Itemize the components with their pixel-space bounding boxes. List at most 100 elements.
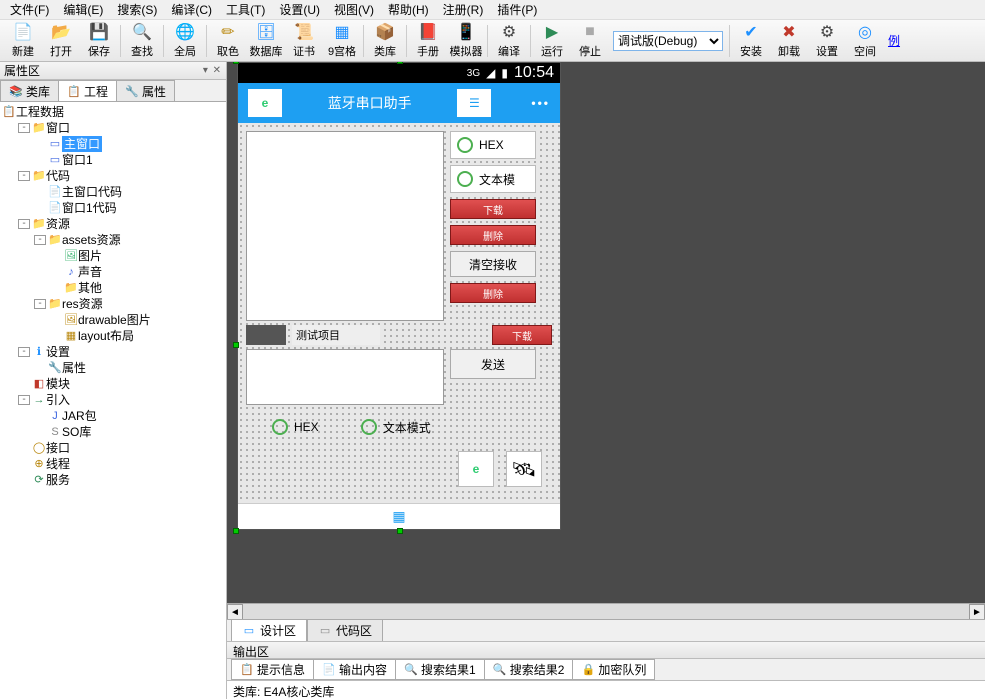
header-more-icon[interactable]: ••• [531,96,550,110]
toolbar-卸载-button[interactable]: ✖卸载 [770,21,808,61]
toolbar-数据库-button[interactable]: 🗄数据库 [247,21,285,61]
design-area[interactable]: 3G ◢ ▮ 10:54 e 蓝牙串口助手 ☰ ••• [227,62,985,603]
toolbar-类库-button[interactable]: 📦类库 [366,21,404,61]
tree-node[interactable]: 📄主窗口代码 [2,184,224,200]
menu-item[interactable]: 编辑(E) [57,0,109,20]
receive-textbox[interactable] [246,131,444,321]
send-textbox[interactable] [246,349,444,405]
output-tab[interactable]: 🔍搜索结果2 [484,659,574,680]
output-tab[interactable]: 🔍搜索结果1 [395,659,485,680]
tree-node[interactable]: ⊕线程 [2,456,224,472]
toolbar-打开-button[interactable]: 📂打开 [42,21,80,61]
toolbar-证书-button[interactable]: 📜证书 [285,21,323,61]
toolbar-模拟器-button[interactable]: 📱模拟器 [447,21,485,61]
phone-navbar[interactable]: ▦ [238,503,560,529]
selection-handle[interactable] [397,62,403,64]
menu-item[interactable]: 设置(U) [273,0,326,20]
build-mode-combo[interactable]: 调试版(Debug) [613,31,723,51]
editor-tab[interactable]: ▭代码区 [307,619,383,642]
toolbar-保存-button[interactable]: 💾保存 [80,21,118,61]
tree-node[interactable]: 🖼drawable图片 [2,312,224,328]
textmode-radio-2[interactable]: 文本模式 [355,413,437,441]
output-tab[interactable]: 📄输出内容 [313,659,396,680]
menu-item[interactable]: 帮助(H) [382,0,435,20]
expand-icon[interactable]: - [18,123,30,133]
expand-icon[interactable]: - [18,171,30,181]
delete-button[interactable]: 删除 [450,225,536,245]
selection-handle[interactable] [397,528,403,534]
tree-node[interactable]: ⟳服务 [2,472,224,488]
logo-icon[interactable]: e [458,451,494,487]
expand-icon[interactable]: - [18,219,30,229]
tree-node[interactable]: -ℹ设置 [2,344,224,360]
sidebar-tab-属性[interactable]: 🔧属性 [116,80,175,101]
tree-node[interactable]: -📁res资源 [2,296,224,312]
menu-item[interactable]: 工具(T) [220,0,271,20]
satellite-icon[interactable]: 🛰 [506,451,542,487]
hex-radio[interactable]: HEX [450,131,536,159]
menu-item[interactable]: 文件(F) [4,0,55,20]
toolbar-编译-button[interactable]: ⚙编译 [490,21,528,61]
header-logo-icon[interactable]: e [248,89,282,117]
toolbar-运行-button[interactable]: ▶运行 [533,21,571,61]
scroll-left-icon[interactable]: ◄ [227,604,243,620]
tree-node[interactable]: -📁assets资源 [2,232,224,248]
tree-node[interactable]: ◯接口 [2,440,224,456]
toolbar-取色-button[interactable]: ✏取色 [209,21,247,61]
toolbar-9宫格-button[interactable]: ▦9宫格 [323,21,361,61]
toolbar-停止-button[interactable]: ■停止 [571,21,609,61]
textmode-radio[interactable]: 文本模 [450,165,536,193]
tree-node[interactable]: JJAR包 [2,408,224,424]
sidebar-tab-工程[interactable]: 📋工程 [58,80,117,101]
output-tab[interactable]: 📋提示信息 [231,659,314,680]
menu-item[interactable]: 插件(P) [491,0,543,20]
toolbar-设置-button[interactable]: ⚙设置 [808,21,846,61]
tree-node[interactable]: -📁窗口 [2,120,224,136]
header-list-icon[interactable]: ☰ [457,89,491,117]
tree-node[interactable]: -📁资源 [2,216,224,232]
tree-root[interactable]: 📋工程数据 [2,104,224,120]
project-tree[interactable]: 📋工程数据-📁窗口▭主窗口▭窗口1-📁代码📄主窗口代码📄窗口1代码-📁资源-📁a… [0,102,226,699]
sidebar-tab-类库[interactable]: 📚类库 [0,80,59,101]
selection-handle[interactable] [233,62,239,64]
tree-node[interactable]: 📁其他 [2,280,224,296]
download-button-2[interactable]: 下载 [492,325,552,345]
delete-button-2[interactable]: 删除 [450,283,536,303]
tree-node[interactable]: ◧模块 [2,376,224,392]
tree-node[interactable]: -→引入 [2,392,224,408]
tree-node[interactable]: ♪声音 [2,264,224,280]
selection-handle[interactable] [233,528,239,534]
tree-node[interactable]: ▭窗口1 [2,152,224,168]
clear-button[interactable]: 清空接收 [450,251,536,277]
example-link[interactable]: 例 [884,22,904,59]
sidebar-controls[interactable]: ▾ ✕ [203,65,222,76]
menu-item[interactable]: 注册(R) [437,0,490,20]
tree-node[interactable]: SSO库 [2,424,224,440]
tree-node[interactable]: ▦layout布局 [2,328,224,344]
expand-icon[interactable]: - [34,235,46,245]
selection-handle[interactable] [233,342,239,348]
hex-radio-2[interactable]: HEX [266,413,325,441]
tree-node[interactable]: ▭主窗口 [2,136,224,152]
scroll-right-icon[interactable]: ► [969,604,985,620]
download-button[interactable]: 下载 [450,199,536,219]
menu-item[interactable]: 视图(V) [328,0,380,20]
toolbar-空间-button[interactable]: ◎空间 [846,21,884,61]
tree-node[interactable]: 🖼图片 [2,248,224,264]
toolbar-全局-button[interactable]: 🌐全局 [166,21,204,61]
toolbar-手册-button[interactable]: 📕手册 [409,21,447,61]
expand-icon[interactable]: - [18,395,30,405]
toolbar-查找-button[interactable]: 🔍查找 [123,21,161,61]
horizontal-scrollbar[interactable]: ◄ ► [227,603,985,619]
toolbar-安装-button[interactable]: ✔安装 [732,21,770,61]
output-tab[interactable]: 🔒加密队列 [572,659,655,680]
tree-node[interactable]: -📁代码 [2,168,224,184]
toolbar-新建-button[interactable]: 📄新建 [4,21,42,61]
menu-item[interactable]: 编译(C) [165,0,218,20]
send-button[interactable]: 发送 [450,349,536,379]
expand-icon[interactable]: - [34,299,46,309]
editor-tab[interactable]: ▭设计区 [231,619,307,642]
expand-icon[interactable]: - [18,347,30,357]
tree-node[interactable]: 🔧属性 [2,360,224,376]
tree-node[interactable]: 📄窗口1代码 [2,200,224,216]
